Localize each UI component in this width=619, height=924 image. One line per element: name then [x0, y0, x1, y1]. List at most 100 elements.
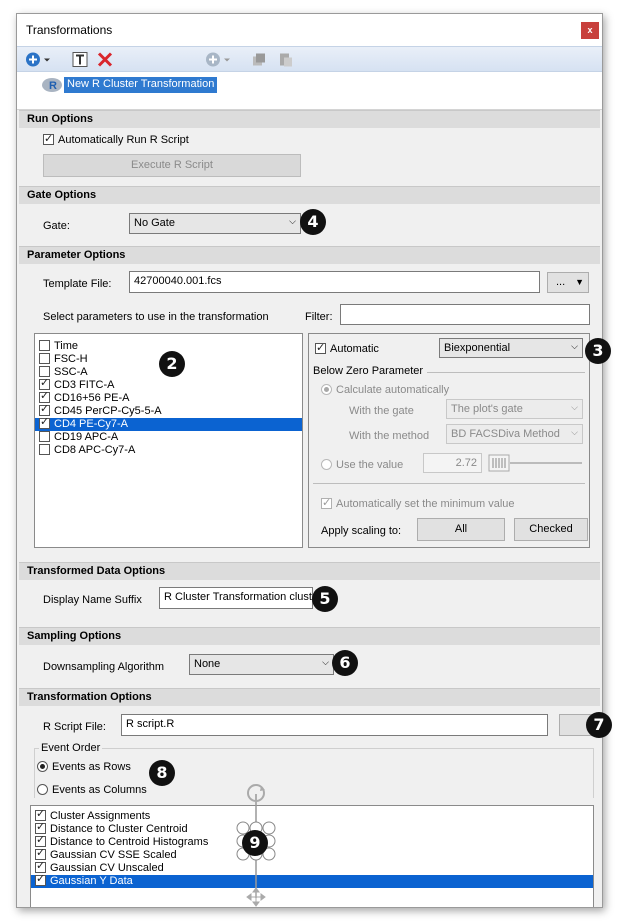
- dropdown-arrow-icon-2: [224, 58, 230, 62]
- list-item[interactable]: CD45 PerCP-Cy5-5-A: [35, 403, 302, 418]
- param-label: CD45 PerCP-Cy5-5-A: [54, 405, 162, 417]
- list-item-selected[interactable]: CD4 PE-Cy7-A: [35, 416, 302, 431]
- downsampling-label: Downsampling Algorithm: [43, 661, 165, 673]
- transformation-tree: R New R Cluster Transformation: [17, 72, 602, 110]
- with-method-label: With the method: [349, 430, 430, 442]
- checkbox-icon: [39, 366, 50, 377]
- scale-type-select[interactable]: Biexponential ⌵: [439, 338, 583, 358]
- chevron-down-icon: ⌵: [289, 216, 296, 226]
- add-icon[interactable]: [25, 51, 41, 68]
- output-label: Distance to Centroid Histograms: [50, 836, 209, 848]
- use-value-input[interactable]: 2.72: [423, 453, 482, 473]
- output-label: Distance to Cluster Centroid: [50, 823, 188, 835]
- gate-select[interactable]: No Gate ⌵: [129, 213, 301, 234]
- automatic-checkbox[interactable]: Automatic: [315, 341, 379, 355]
- dropdown-arrow-icon[interactable]: [43, 51, 51, 68]
- use-value-label: Use the value: [336, 459, 404, 471]
- downsampling-select[interactable]: None ⌵: [189, 654, 334, 675]
- checkbox-icon: [39, 390, 50, 403]
- divider: [313, 483, 585, 484]
- add-disabled-icon: [206, 52, 220, 67]
- filter-input[interactable]: [340, 304, 590, 325]
- close-button[interactable]: x: [581, 22, 599, 39]
- section-parameter-options: Parameter Options: [19, 246, 600, 264]
- copy-icon: [253, 53, 265, 66]
- list-item[interactable]: CD19 APC-A: [35, 431, 302, 444]
- r-icon: R: [42, 78, 62, 92]
- checkbox-icon: [39, 403, 50, 416]
- auto-min-label: Automatically set the minimum value: [336, 498, 515, 510]
- svg-text:R: R: [49, 80, 57, 92]
- output-label: Cluster Assignments: [50, 810, 151, 822]
- chevron-down-icon: ⌵: [322, 657, 329, 667]
- section-gate-options: Gate Options: [19, 186, 600, 204]
- execute-r-script-button[interactable]: Execute R Script: [43, 154, 301, 177]
- select-parameters-label: Select parameters to use in the transfor…: [43, 311, 269, 323]
- events-as-columns-radio[interactable]: Events as Columns: [37, 784, 147, 796]
- with-method-select[interactable]: BD FACSDiva Method ⌵: [446, 424, 583, 444]
- list-item[interactable]: Cluster Assignments: [31, 808, 593, 823]
- param-label: SSC-A: [54, 366, 88, 378]
- all-button[interactable]: All: [417, 518, 505, 541]
- suffix-input[interactable]: R Cluster Transformation clust: [159, 587, 313, 609]
- output-label: Gaussian Y Data: [50, 875, 133, 887]
- events-as-rows-radio[interactable]: Events as Rows: [37, 761, 131, 773]
- apply-scaling-label: Apply scaling to:: [321, 525, 402, 537]
- chevron-down-icon: ⌵: [571, 341, 578, 351]
- output-label: Gaussian CV SSE Scaled: [50, 849, 177, 861]
- callout-4: 4: [300, 209, 326, 235]
- list-item[interactable]: Distance to Cluster Centroid: [31, 821, 593, 836]
- list-item[interactable]: CD3 FITC-A: [35, 377, 302, 392]
- events-as-columns-label: Events as Columns: [52, 784, 147, 796]
- list-item-selected[interactable]: Gaussian Y Data: [31, 873, 593, 888]
- section-sampling-options: Sampling Options: [19, 627, 600, 645]
- list-item[interactable]: Distance to Centroid Histograms: [31, 834, 593, 849]
- chevron-down-icon: ⌵: [571, 402, 578, 412]
- use-value-radio[interactable]: Use the value: [321, 459, 403, 471]
- downsampling-value: None: [194, 658, 221, 670]
- below-zero-label: Below Zero Parameter: [313, 365, 424, 377]
- param-label: CD4 PE-Cy7-A: [54, 418, 128, 430]
- value-slider[interactable]: [486, 452, 586, 474]
- list-item[interactable]: CD8 APC-Cy7-A: [35, 444, 302, 457]
- section-transformation-options: Transformation Options: [19, 688, 600, 706]
- checkbox-icon: [43, 132, 54, 145]
- checkbox-icon: [39, 416, 50, 429]
- gate-label: Gate:: [43, 220, 70, 232]
- auto-run-checkbox[interactable]: Automatically Run R Script: [43, 132, 189, 146]
- callout-6: 6: [332, 650, 358, 676]
- param-label: FSC-H: [54, 353, 88, 365]
- with-gate-label: With the gate: [349, 405, 414, 417]
- checkbox-icon: [35, 860, 46, 873]
- output-list: Cluster Assignments Distance to Cluster …: [30, 805, 594, 907]
- r-script-label: R Script File:: [43, 721, 106, 733]
- list-item[interactable]: Gaussian CV SSE Scaled: [31, 847, 593, 862]
- scale-type-value: Biexponential: [444, 342, 511, 354]
- callout-8: 8: [149, 760, 175, 786]
- list-item[interactable]: Gaussian CV Unscaled: [31, 860, 593, 875]
- text-icon[interactable]: [72, 51, 88, 68]
- callout-9: 9: [242, 830, 268, 856]
- section-transformed-data-options: Transformed Data Options: [19, 562, 600, 580]
- with-gate-select[interactable]: The plot's gate ⌵: [446, 399, 583, 419]
- automatic-label: Automatic: [330, 343, 379, 355]
- divider: [427, 372, 585, 373]
- template-file-input[interactable]: 42700040.001.fcs: [129, 271, 540, 293]
- transformations-window: Transformations x R New R Cluster Transf…: [16, 13, 603, 908]
- auto-min-checkbox[interactable]: Automatically set the minimum value: [321, 496, 515, 510]
- with-method-value: BD FACSDiva Method: [451, 428, 560, 440]
- checkbox-icon: [35, 834, 46, 847]
- delete-icon[interactable]: [97, 51, 113, 68]
- list-item[interactable]: CD16+56 PE-A: [35, 390, 302, 405]
- tree-item-r-cluster[interactable]: New R Cluster Transformation: [64, 77, 218, 93]
- radio-icon: [37, 784, 48, 795]
- checkbox-icon: [39, 431, 50, 442]
- checked-button[interactable]: Checked: [514, 518, 588, 541]
- r-script-input[interactable]: R script.R: [121, 714, 548, 736]
- callout-7: 7: [586, 712, 612, 738]
- checkbox-icon: [35, 873, 46, 886]
- param-label: CD16+56 PE-A: [54, 392, 130, 404]
- browse-button[interactable]: ... ▼: [547, 272, 589, 293]
- radio-icon: [321, 459, 332, 470]
- calc-auto-radio[interactable]: Calculate automatically: [321, 384, 449, 396]
